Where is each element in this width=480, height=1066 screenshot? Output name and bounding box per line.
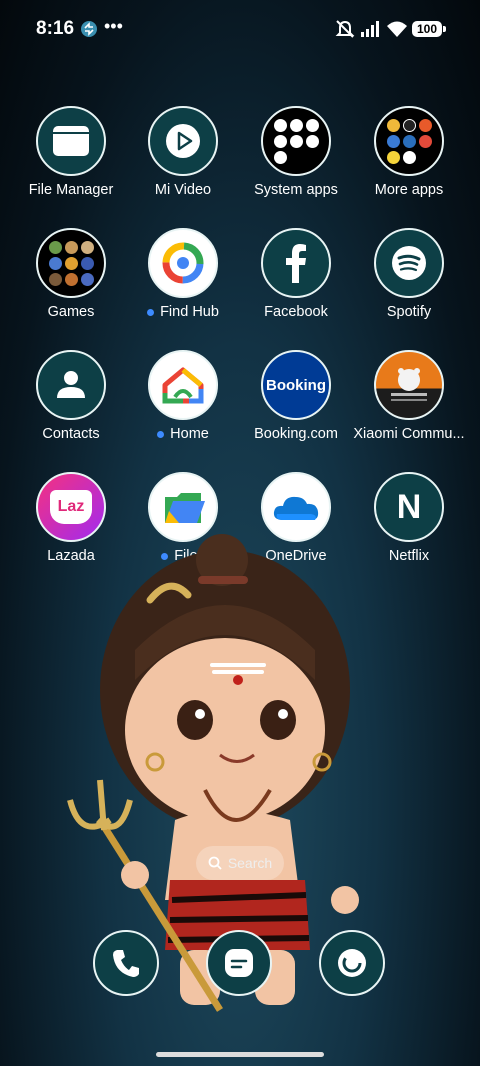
video-play-icon — [148, 106, 218, 176]
app-label: Booking.com — [254, 426, 338, 442]
folder-grid-icon — [36, 228, 106, 298]
app-facebook[interactable]: Facebook — [236, 228, 356, 320]
new-indicator-dot — [157, 430, 165, 438]
app-home[interactable]: Home — [123, 350, 243, 442]
folder-icon — [36, 106, 106, 176]
signal-icon — [361, 21, 379, 37]
app-label: Home — [123, 426, 243, 442]
new-indicator-dot — [147, 308, 155, 316]
contact-person-icon — [36, 350, 106, 420]
spotify-icon — [374, 228, 444, 298]
folder-grid-icon — [374, 106, 444, 176]
messages-icon — [225, 949, 253, 977]
gesture-home-bar[interactable] — [156, 1052, 324, 1057]
silent-mode-icon — [335, 20, 355, 38]
netflix-letter: N — [396, 487, 422, 526]
search-icon — [208, 856, 222, 870]
more-notifications-icon: ••• — [104, 16, 123, 36]
booking-wordmark: Booking — [266, 376, 326, 394]
search-button[interactable]: Search — [196, 846, 284, 880]
app-label: Contacts — [42, 426, 100, 442]
app-xiaomi-community[interactable]: Xiaomi Commu... — [349, 350, 469, 442]
app-find-hub[interactable]: Find Hub — [123, 228, 243, 320]
app-booking[interactable]: Booking Booking.com — [236, 350, 356, 442]
app-label: Spotify — [386, 304, 432, 320]
phone-icon — [113, 950, 139, 977]
folder-more-apps[interactable]: More apps — [349, 106, 469, 198]
search-label: Search — [227, 855, 273, 871]
app-file-manager[interactable]: File Manager — [11, 106, 131, 198]
app-label: Find Hub — [123, 304, 243, 320]
facebook-icon — [261, 228, 331, 298]
app-label: File Manager — [28, 182, 114, 198]
folder-system-apps[interactable]: System apps — [236, 106, 356, 198]
wifi-icon — [387, 21, 407, 37]
browser-icon — [338, 949, 366, 977]
app-label: Facebook — [264, 304, 328, 320]
lazada-wordmark: Laz — [50, 490, 92, 524]
dock-phone[interactable] — [93, 930, 159, 996]
app-label: Games — [47, 304, 95, 320]
booking-icon: Booking — [261, 350, 331, 420]
app-label: More apps — [374, 182, 444, 198]
dock-browser[interactable] — [319, 930, 385, 996]
app-label: System apps — [254, 182, 338, 198]
folder-grid-icon — [261, 106, 331, 176]
app-mi-video[interactable]: Mi Video — [123, 106, 243, 198]
google-home-icon — [148, 350, 218, 420]
xiaomi-community-icon — [374, 350, 444, 420]
clock: 8:16 — [36, 18, 75, 39]
app-spotify[interactable]: Spotify — [349, 228, 469, 320]
sync-notification-icon — [81, 21, 97, 37]
app-label: Mi Video — [154, 182, 212, 198]
status-bar: 8:16 ••• 100 — [0, 0, 480, 60]
app-label: Xiaomi Commu... — [353, 426, 465, 442]
battery-indicator: 100 — [412, 21, 446, 37]
app-contacts[interactable]: Contacts — [11, 350, 131, 442]
dock-messages[interactable] — [206, 930, 272, 996]
find-hub-icon — [148, 228, 218, 298]
folder-games[interactable]: Games — [11, 228, 131, 320]
